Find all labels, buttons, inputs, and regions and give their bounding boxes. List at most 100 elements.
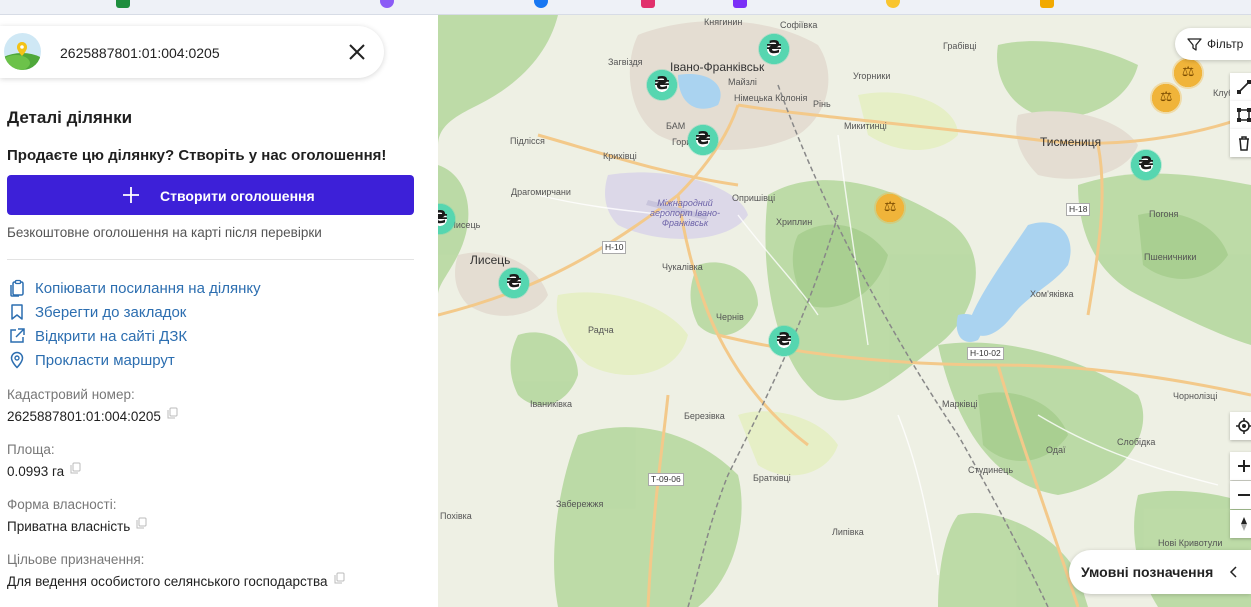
- map-label-pohonia: Погоня: [1149, 209, 1179, 219]
- locate-me-button[interactable]: [1230, 412, 1251, 440]
- map-label-tysmenytsia: Тисмениця: [1040, 135, 1102, 149]
- map-label-ivano-frankivsk: Івано-Франківськ: [670, 60, 765, 74]
- map-label-slobidka: Слобідка: [1117, 437, 1156, 447]
- location-pin-icon: [10, 351, 24, 369]
- bookmark-icon[interactable]: [380, 0, 394, 8]
- measure-line-tool[interactable]: [1230, 73, 1251, 101]
- road-tag: Н-10-02: [967, 347, 1004, 360]
- listing-marker[interactable]: ₴: [646, 69, 678, 101]
- map-canvas[interactable]: Івано-Франківськ Тисмениця Лисець Княгин…: [438, 15, 1251, 607]
- search-input[interactable]: [60, 43, 320, 63]
- map-label-bratkivtsi: Братківці: [753, 473, 791, 483]
- map-label-studentsi: Студинець: [968, 465, 1014, 475]
- open-dzk-action[interactable]: Відкрити на сайті ДЗК: [7, 327, 207, 347]
- ownership-value: Приватна власність: [7, 517, 147, 534]
- bookmark-icon[interactable]: [733, 0, 747, 8]
- copy-icon: [10, 279, 24, 297]
- legend-label: Умовні позначення: [1081, 564, 1214, 580]
- copy-icon[interactable]: [136, 517, 147, 529]
- legend-button[interactable]: Умовні позначення: [1069, 550, 1251, 594]
- page-title: Деталі ділянки: [7, 108, 133, 127]
- ownership-label: Форма власності:: [7, 497, 117, 512]
- map-label-hrabivtsi: Грабівці: [943, 41, 977, 51]
- open-dzk-label: Відкрити на сайті ДЗК: [35, 328, 188, 345]
- listing-marker[interactable]: ₴: [498, 267, 530, 299]
- compass-button[interactable]: [1230, 510, 1251, 538]
- external-link-icon: [10, 328, 25, 343]
- map-label-chornolizzia: Чорнолізці: [1173, 391, 1218, 401]
- minus-icon: [1238, 494, 1250, 496]
- bookmark-icon[interactable]: [1040, 0, 1054, 8]
- map-label-opryshivtsi: Опришівці: [732, 193, 776, 203]
- bookmark-icon[interactable]: [886, 0, 900, 8]
- zoom-in-button[interactable]: [1230, 452, 1251, 480]
- map-label-odai: Одаї: [1046, 445, 1066, 455]
- map-label-pokhivka: Похівка: [440, 511, 472, 521]
- area-text: 0.0993 га: [7, 464, 65, 479]
- bookmark-icon[interactable]: [116, 0, 130, 8]
- filter-button[interactable]: Фільтр: [1175, 28, 1251, 60]
- bookmark-icon[interactable]: [534, 0, 548, 8]
- auction-marker[interactable]: ⚖: [874, 192, 906, 224]
- map-label-rin: Рінь: [813, 99, 831, 109]
- map-base-layer: [438, 15, 1251, 607]
- bookmark-icon[interactable]: [641, 0, 655, 8]
- map-label-lypivka: Липівка: [832, 527, 864, 537]
- road-tag: Н-10: [602, 241, 627, 254]
- close-icon[interactable]: [344, 39, 370, 65]
- trash-icon: [1239, 136, 1249, 151]
- map-label-cherniiv: Чернів: [716, 312, 744, 322]
- parcel-details-panel: Деталі ділянки Продаєте цю ділянку? Ство…: [0, 15, 438, 607]
- auction-marker[interactable]: ⚖: [1172, 57, 1204, 89]
- map-label-pidlissia: Підлісся: [510, 136, 545, 146]
- bookmark-action[interactable]: Зберегти до закладок: [7, 303, 207, 323]
- search-bar: [0, 26, 384, 78]
- map-label-drahomyrchany: Драгомирчани: [511, 187, 571, 197]
- filter-label: Фільтр: [1207, 37, 1244, 51]
- map-label-radcha: Радча: [588, 325, 614, 335]
- app-window: Деталі ділянки Продаєте цю ділянку? Ство…: [0, 0, 1251, 607]
- route-action[interactable]: Прокласти маршрут: [7, 351, 197, 371]
- map-label-zaberezhzhia: Забережжя: [556, 499, 604, 509]
- listing-marker[interactable]: ₴: [1130, 149, 1162, 181]
- delete-drawing-tool[interactable]: [1230, 129, 1251, 157]
- purpose-value: Для ведення особистого селянського госпо…: [7, 572, 345, 589]
- map-label-berezivka: Березівка: [684, 411, 725, 421]
- listing-marker[interactable]: ₴: [687, 124, 719, 156]
- auction-marker[interactable]: ⚖: [1150, 82, 1182, 114]
- browser-bookmarks-bar: [0, 0, 1251, 15]
- copy-link-label: Копіювати посилання на ділянку: [35, 280, 261, 297]
- map-label-kniahynyn: Княгинин: [704, 17, 743, 27]
- map-label-mailzi: Майзлі: [728, 77, 757, 87]
- app-logo[interactable]: [4, 33, 41, 70]
- map-label-mykytyntsi: Микитинці: [844, 121, 887, 131]
- chevron-left-icon: [1229, 566, 1237, 578]
- divider: [7, 259, 414, 260]
- map-label-uhornyky: Угорники: [853, 71, 891, 81]
- create-listing-button[interactable]: Створити оголошення: [7, 175, 414, 215]
- purpose-text: Для ведення особистого селянського госпо…: [7, 574, 328, 589]
- polygon-draw-icon: [1237, 108, 1251, 122]
- measure-area-tool[interactable]: [1230, 101, 1251, 129]
- free-listing-note: Безкоштовне оголошення на карті після пе…: [7, 225, 322, 240]
- map-label-nimetska: Німецька Колонія: [734, 93, 808, 103]
- sell-prompt-heading: Продаєте цю ділянку? Створіть у нас огол…: [7, 147, 387, 164]
- map-label-markivtsi: Марківці: [942, 399, 978, 409]
- cadastral-number-value: 2625887801:01:004:0205: [7, 407, 178, 424]
- bookmark-icon: [11, 304, 23, 320]
- line-draw-icon: [1237, 80, 1251, 94]
- area-label: Площа:: [7, 442, 55, 457]
- copy-icon[interactable]: [334, 572, 345, 584]
- copy-icon[interactable]: [70, 462, 81, 474]
- copy-link-action[interactable]: Копіювати посилання на ділянку: [7, 279, 287, 299]
- map-label-khryplyn: Хриплин: [776, 217, 813, 227]
- map-label-pshenychnyky: Пшеничники: [1144, 252, 1197, 262]
- zoom-out-button[interactable]: [1230, 481, 1251, 509]
- map-label-lysets: Лисець: [470, 253, 511, 267]
- cadastral-number-text: 2625887801:01:004:0205: [7, 409, 161, 424]
- filter-icon: [1187, 38, 1202, 51]
- listing-marker[interactable]: ₴: [758, 33, 790, 65]
- copy-icon[interactable]: [167, 407, 178, 419]
- map-label-khomiakivka: Хом'яківка: [1030, 289, 1074, 299]
- listing-marker[interactable]: ₴: [768, 325, 800, 357]
